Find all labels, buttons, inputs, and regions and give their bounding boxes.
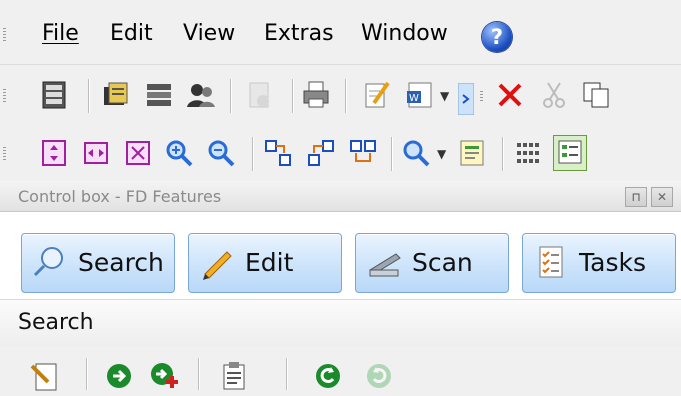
copy-icon[interactable] xyxy=(580,79,612,111)
toolbar-grip[interactable] xyxy=(3,89,6,103)
pin-icon[interactable]: ⊓ xyxy=(625,187,647,207)
menu-edit[interactable]: Edit xyxy=(110,21,153,46)
clipboard-icon[interactable] xyxy=(218,360,250,392)
word-export-dropdown-icon[interactable]: ▼ xyxy=(440,89,449,103)
standard-toolbar: W ▼ xyxy=(0,65,681,124)
server-icon[interactable] xyxy=(38,79,70,111)
document-icon[interactable] xyxy=(243,79,275,111)
svg-text:W: W xyxy=(409,93,419,104)
chevron-right-icon[interactable] xyxy=(457,82,475,116)
swap-icon[interactable] xyxy=(347,137,379,169)
close-icon[interactable]: ✕ xyxy=(651,187,673,207)
move-down-icon[interactable] xyxy=(262,137,294,169)
toolbar-grip-2[interactable] xyxy=(480,91,483,103)
fit-page-icon[interactable] xyxy=(122,137,154,169)
menubar-grip[interactable] xyxy=(3,28,6,42)
section-label: Search xyxy=(18,310,94,335)
redo-icon[interactable] xyxy=(363,360,395,392)
query-document-icon[interactable] xyxy=(30,360,62,392)
zoom-dropdown-icon[interactable]: ▼ xyxy=(437,147,446,161)
move-up-icon[interactable] xyxy=(305,137,337,169)
help-icon[interactable]: ? xyxy=(482,22,512,52)
printer-icon[interactable] xyxy=(300,79,332,111)
search-icon xyxy=(33,247,63,277)
scan-button-label: Scan xyxy=(412,248,473,277)
search-button-label: Search xyxy=(78,248,164,277)
word-export-icon[interactable]: W xyxy=(403,79,435,111)
panel-titlebar[interactable]: Control box - FD Features ⊓ ✕ xyxy=(0,181,681,212)
scan-button[interactable]: Scan xyxy=(355,233,509,293)
search-button[interactable]: Search xyxy=(21,233,175,293)
fit-width-icon[interactable] xyxy=(80,137,112,169)
tasks-icon xyxy=(539,246,563,278)
undo-icon[interactable] xyxy=(312,360,344,392)
pencil-icon xyxy=(203,251,232,280)
fit-height-icon[interactable] xyxy=(38,137,70,169)
tasks-button-label: Tasks xyxy=(579,248,646,277)
tools-toolbar: ▼ xyxy=(0,123,681,182)
menu-window[interactable]: Window xyxy=(361,21,448,46)
users-icon[interactable] xyxy=(185,79,217,111)
menu-bar: File Edit View Extras Window ? xyxy=(0,8,681,65)
zoom-in-icon[interactable] xyxy=(163,137,195,169)
add-forward-icon[interactable] xyxy=(148,360,180,392)
detail-view-icon[interactable] xyxy=(553,135,587,171)
notepad-pencil-icon[interactable] xyxy=(360,79,392,111)
grid-view-icon[interactable] xyxy=(512,137,544,169)
menu-extras[interactable]: Extras xyxy=(264,21,334,46)
control-box-panel: Control box - FD Features ⊓ ✕ Search Edi… xyxy=(0,181,681,394)
zoom-icon[interactable] xyxy=(400,137,432,169)
menu-view[interactable]: View xyxy=(183,21,235,46)
toolbar-grip[interactable] xyxy=(3,147,6,161)
note-icon[interactable] xyxy=(456,137,488,169)
menu-file[interactable]: File xyxy=(42,21,79,46)
delete-icon[interactable] xyxy=(494,79,526,111)
scanner-icon xyxy=(369,253,401,277)
search-section-header[interactable]: Search xyxy=(0,299,681,347)
zoom-out-icon[interactable] xyxy=(205,137,237,169)
stack-icon[interactable] xyxy=(143,79,175,111)
tasks-button[interactable]: Tasks xyxy=(522,233,676,293)
open-folder-icon[interactable] xyxy=(100,79,132,111)
cut-icon[interactable] xyxy=(538,79,570,111)
edit-button[interactable]: Edit xyxy=(188,233,342,293)
edit-button-label: Edit xyxy=(245,248,294,277)
panel-title: Control box - FD Features xyxy=(18,187,222,206)
go-forward-icon[interactable] xyxy=(103,360,135,392)
search-toolbar xyxy=(0,346,681,394)
